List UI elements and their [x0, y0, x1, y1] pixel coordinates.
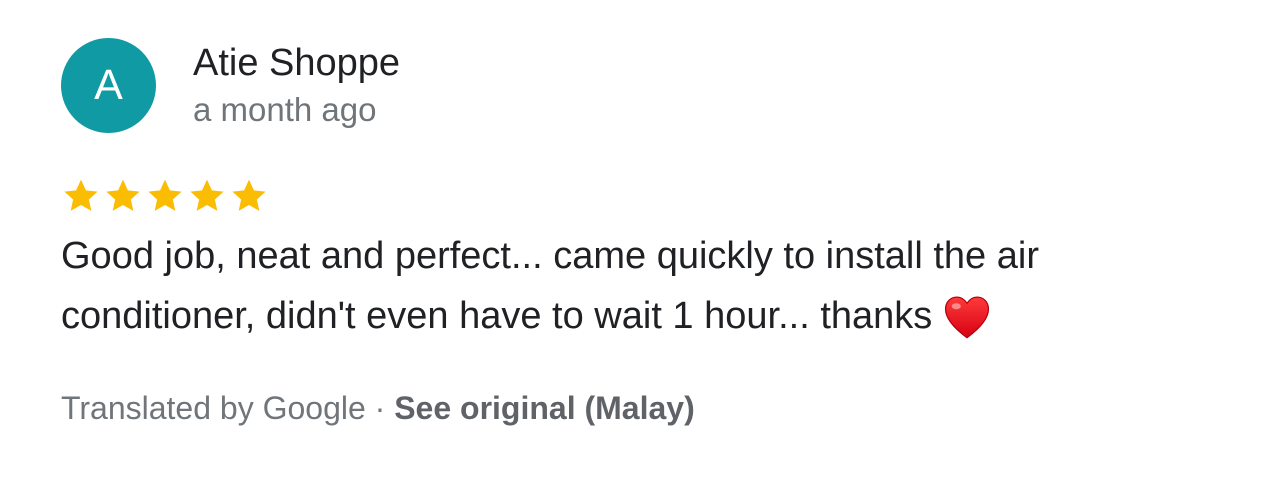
red-heart-icon	[945, 296, 990, 339]
review-text: Good job, neat and perfect... came quick…	[61, 226, 1221, 346]
star-icon	[190, 179, 224, 211]
star-icon	[148, 179, 182, 211]
star-icon	[64, 179, 98, 211]
star-icon	[106, 179, 140, 211]
translated-by-label: Translated by Google	[61, 390, 366, 426]
author-name[interactable]: Atie Shoppe	[193, 40, 400, 86]
review-text-body: Good job, neat and perfect... came quick…	[61, 235, 1039, 337]
star-rating	[61, 176, 269, 218]
separator-dot: ·	[374, 390, 386, 426]
translation-info: Translated by Google · See original (Mal…	[61, 387, 695, 429]
star-icon	[232, 179, 266, 211]
review-card: A Atie Shoppe a month ago Good job, neat…	[0, 0, 1280, 504]
avatar-letter: A	[94, 61, 123, 109]
review-time: a month ago	[193, 91, 377, 128]
avatar[interactable]: A	[61, 38, 156, 133]
see-original-link[interactable]: See original (Malay)	[394, 390, 695, 426]
